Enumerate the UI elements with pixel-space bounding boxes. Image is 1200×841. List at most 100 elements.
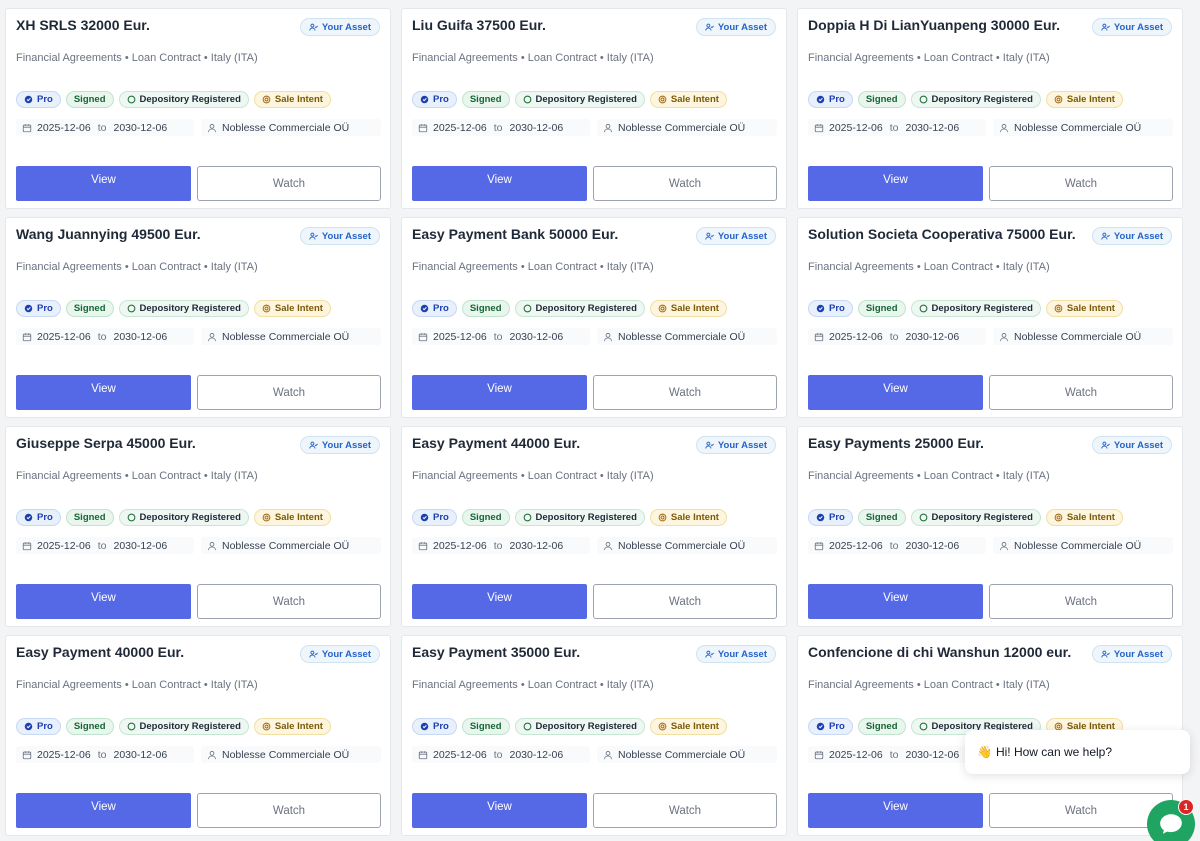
signed-badge: Signed [857, 718, 906, 735]
depository-badge: Depository Registered [514, 91, 645, 108]
depository-badge: Depository Registered [910, 300, 1041, 317]
asset-card: Wang Juannying 49500 Eur. Your Asset Fin… [5, 217, 391, 418]
user-check-icon [705, 441, 714, 449]
sale-intent-badge: Sale Intent [253, 91, 331, 108]
issuer-company: Noblesse Commerciale OÜ [201, 328, 381, 345]
sale-intent-badge: Sale Intent [253, 509, 331, 526]
chat-greeting-bubble[interactable]: 👋 Hi! How can we help? [965, 730, 1190, 774]
shield-icon [420, 304, 429, 313]
sale-intent-badge: Sale Intent [649, 718, 727, 735]
chat-greeting-text: Hi! How can we help? [995, 745, 1113, 759]
issuer-company: Noblesse Commerciale OÜ [597, 119, 777, 136]
watch-button[interactable]: Watch [197, 166, 381, 201]
user-icon [208, 123, 216, 132]
sale-intent-label: Sale Intent [274, 303, 323, 314]
pro-label: Pro [829, 94, 845, 105]
your-asset-label: Your Asset [717, 439, 767, 451]
start-date: 2025-12-06 [37, 539, 91, 552]
issuer-company: Noblesse Commerciale OÜ [993, 537, 1173, 554]
view-button[interactable]: View [412, 375, 587, 410]
watch-button[interactable]: Watch [989, 793, 1173, 828]
view-button[interactable]: View [808, 793, 983, 828]
asset-category: Financial Agreements • Loan Contract • I… [412, 261, 654, 273]
signed-label: Signed [865, 512, 898, 523]
calendar-icon [22, 541, 32, 550]
your-asset-label: Your Asset [1113, 648, 1163, 660]
view-button[interactable]: View [16, 166, 191, 201]
view-button[interactable]: View [412, 793, 587, 828]
your-asset-badge: Your Asset [695, 18, 776, 36]
start-date: 2025-12-06 [829, 121, 883, 134]
watch-button[interactable]: Watch [197, 375, 381, 410]
contract-dates: 2025-12-06 to 2030-12-06 [16, 746, 194, 763]
user-icon [1000, 541, 1008, 550]
end-date: 2030-12-06 [905, 539, 960, 552]
company-name: Noblesse Commerciale OÜ [222, 748, 350, 761]
watch-button[interactable]: Watch [593, 584, 777, 619]
asset-card: XH SRLS 32000 Eur. Your Asset Financial … [5, 8, 391, 209]
end-date: 2030-12-06 [905, 748, 960, 761]
pro-badge: Pro [16, 509, 61, 526]
depository-badge: Depository Registered [118, 718, 249, 735]
target-icon [1054, 304, 1063, 313]
calendar-icon [418, 123, 428, 132]
notification-badge: 1 [1178, 799, 1194, 815]
status-badges: Pro Signed Depository Registered Sale In… [16, 300, 331, 317]
contract-dates: 2025-12-06 to 2030-12-06 [808, 119, 986, 136]
view-button[interactable]: View [412, 166, 587, 201]
asset-card: Easy Payment 35000 Eur. Your Asset Finan… [401, 635, 787, 836]
signed-label: Signed [73, 721, 106, 732]
view-button[interactable]: View [16, 793, 191, 828]
target-icon [658, 95, 667, 104]
sale-intent-badge: Sale Intent [649, 509, 727, 526]
shield-icon [24, 513, 33, 522]
your-asset-label: Your Asset [321, 439, 371, 451]
signed-label: Signed [865, 303, 898, 314]
user-check-icon [309, 650, 318, 658]
watch-button[interactable]: Watch [989, 584, 1173, 619]
depository-label: Depository Registered [139, 303, 241, 314]
asset-title: XH SRLS 32000 Eur. [16, 17, 150, 33]
sale-intent-badge: Sale Intent [253, 718, 331, 735]
view-button[interactable]: View [808, 166, 983, 201]
view-button[interactable]: View [808, 584, 983, 619]
watch-button[interactable]: Watch [197, 584, 381, 619]
asset-card: Easy Payments 25000 Eur. Your Asset Fina… [797, 426, 1183, 627]
watch-button[interactable]: Watch [593, 793, 777, 828]
contract-dates: 2025-12-06 to 2030-12-06 [808, 537, 986, 554]
asset-title: Easy Payment Bank 50000 Eur. [412, 226, 619, 242]
company-name: Noblesse Commerciale OÜ [618, 330, 746, 343]
watch-button[interactable]: Watch [989, 375, 1173, 410]
watch-button[interactable]: Watch [593, 375, 777, 410]
shield-icon [420, 95, 429, 104]
watch-button[interactable]: Watch [593, 166, 777, 201]
depository-label: Depository Registered [535, 94, 637, 105]
asset-title: Easy Payment 44000 Eur. [412, 435, 581, 451]
issuer-company: Noblesse Commerciale OÜ [993, 328, 1173, 345]
start-date: 2025-12-06 [829, 330, 883, 343]
shield-icon [816, 304, 825, 313]
sale-intent-label: Sale Intent [274, 721, 323, 732]
start-date: 2025-12-06 [829, 539, 883, 552]
user-icon [208, 332, 216, 341]
view-button[interactable]: View [412, 584, 587, 619]
watch-button[interactable]: Watch [197, 793, 381, 828]
view-button[interactable]: View [16, 375, 191, 410]
view-button[interactable]: View [16, 584, 191, 619]
depository-label: Depository Registered [139, 512, 241, 523]
asset-category: Financial Agreements • Loan Contract • I… [808, 470, 1050, 482]
contract-dates: 2025-12-06 to 2030-12-06 [16, 119, 194, 136]
asset-title: Liu Guifa 37500 Eur. [412, 17, 546, 33]
signed-badge: Signed [857, 509, 906, 526]
asset-card: Liu Guifa 37500 Eur. Your Asset Financia… [401, 8, 787, 209]
circle-icon [919, 722, 927, 731]
pro-badge: Pro [16, 718, 61, 735]
watch-button[interactable]: Watch [989, 166, 1173, 201]
user-check-icon [705, 232, 714, 240]
status-badges: Pro Signed Depository Registered Sale In… [808, 91, 1123, 108]
issuer-company: Noblesse Commerciale OÜ [597, 746, 777, 763]
chat-icon [1160, 814, 1182, 834]
view-button[interactable]: View [808, 375, 983, 410]
start-date: 2025-12-06 [433, 748, 487, 761]
asset-category: Financial Agreements • Loan Contract • I… [412, 679, 654, 691]
